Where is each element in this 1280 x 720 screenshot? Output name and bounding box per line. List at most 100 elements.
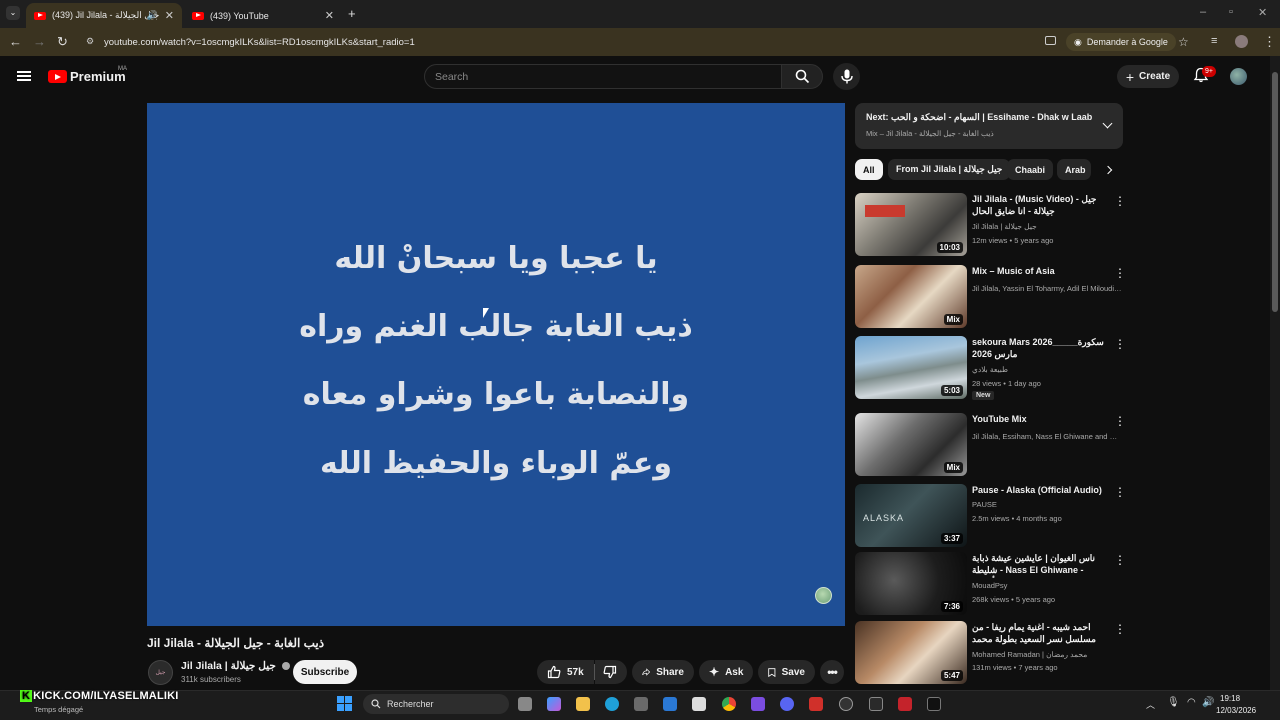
- recommendation-item[interactable]: Mix YouTube Mix Jil Jilala, Essiham, Nas…: [855, 413, 1126, 477]
- search-input[interactable]: Search: [424, 64, 782, 89]
- app-icon[interactable]: [869, 697, 883, 711]
- task-view-icon[interactable]: [518, 697, 532, 711]
- clock-date[interactable]: 12/03/2026: [1216, 706, 1256, 715]
- weather-widget[interactable]: Temps dégagé: [34, 705, 83, 714]
- chip-chaabi[interactable]: Chaabi: [1007, 159, 1054, 180]
- windows-start-icon[interactable]: [337, 696, 352, 711]
- site-info-icon[interactable]: ⚙: [86, 36, 94, 47]
- taskbar-search-box[interactable]: Rechercher: [363, 694, 509, 714]
- address-bar[interactable]: ⚙ youtube.com/watch?v=1oscmgkILKs&list=R…: [78, 31, 1198, 53]
- audio-playing-icon[interactable]: 🔊: [147, 10, 158, 21]
- youtube-favicon-icon: [192, 11, 204, 20]
- stream-overlay-text: K KICK.COM/ILYASELMALIKI: [20, 690, 179, 702]
- share-button[interactable]: Share: [632, 660, 694, 684]
- youtube-favicon-icon: [34, 11, 46, 20]
- more-options-icon[interactable]: ⋮: [1114, 267, 1126, 279]
- outlook-icon[interactable]: [663, 697, 677, 711]
- capture-icon[interactable]: [692, 697, 706, 711]
- chevron-down-icon[interactable]: [1102, 118, 1113, 129]
- chip-from-channel[interactable]: From Jil Jilala | جيل جيلالة: [888, 159, 1011, 180]
- close-window-icon[interactable]: ✕: [1258, 6, 1267, 19]
- obs-icon[interactable]: [839, 697, 853, 711]
- subscribe-button[interactable]: Subscribe: [293, 660, 357, 684]
- save-button[interactable]: Save: [758, 660, 815, 684]
- more-options-icon[interactable]: ⋮: [1114, 338, 1126, 350]
- google-lens-button[interactable]: ◉ Demander à Google: [1066, 33, 1176, 51]
- video-thumbnail[interactable]: 7:36: [855, 552, 967, 615]
- recommendation-item[interactable]: Mix Mix – Music of Asia Jil Jilala, Yass…: [855, 265, 1126, 329]
- recommendation-item[interactable]: ALASKA 3:37 Pause - Alaska (Official Aud…: [855, 484, 1126, 548]
- video-thumbnail[interactable]: Mix: [855, 265, 967, 328]
- up-next-panel[interactable]: Next: السهام - اضحكة و الحب | Essihame -…: [855, 103, 1123, 149]
- video-thumbnail[interactable]: 5:03: [855, 336, 967, 399]
- tab-title: (439) Jil Jilala - جيل الجيلالة: [52, 10, 160, 20]
- video-thumbnail[interactable]: 5:47: [855, 621, 967, 684]
- reload-icon[interactable]: ↻: [57, 34, 68, 50]
- app-icon[interactable]: [927, 697, 941, 711]
- voice-search-button[interactable]: [833, 63, 860, 90]
- chip-all[interactable]: All: [855, 159, 883, 180]
- bookmark-star-icon[interactable]: ☆: [1178, 35, 1189, 49]
- video-thumbnail[interactable]: ALASKA 3:37: [855, 484, 967, 547]
- streaming-app-icon[interactable]: [898, 697, 912, 711]
- more-options-icon[interactable]: ⋮: [1114, 415, 1126, 427]
- scrollbar-thumb[interactable]: [1272, 72, 1278, 312]
- back-icon[interactable]: ←: [9, 34, 22, 49]
- youtube-premium-logo[interactable]: Premium: [48, 69, 126, 84]
- create-button[interactable]: + Create: [1117, 65, 1179, 88]
- close-tab-icon[interactable]: ✕: [165, 9, 174, 22]
- chips-scroll-right-icon[interactable]: [1100, 160, 1116, 179]
- browser-menu-icon[interactable]: ⋮: [1263, 34, 1276, 50]
- channel-watermark-icon[interactable]: [815, 587, 832, 604]
- recommendation-item[interactable]: 5:47 احمد شيبه - اغنية يمام ريفا - من مس…: [855, 621, 1126, 685]
- tab-list-dropdown[interactable]: ⌄: [6, 6, 20, 20]
- channel-name[interactable]: Jil Jilala | جيل جيلالة: [181, 660, 290, 672]
- video-thumbnail[interactable]: Mix: [855, 413, 967, 476]
- recommendation-meta: 131m views • 7 years ago: [972, 663, 1058, 672]
- channel-avatar[interactable]: جيل: [148, 660, 173, 685]
- tray-chevron-up-icon[interactable]: ︿: [1146, 698, 1155, 711]
- forward-icon[interactable]: →: [33, 34, 46, 49]
- search-button[interactable]: [781, 64, 823, 89]
- maximize-icon[interactable]: ▫: [1229, 6, 1233, 18]
- copilot-icon[interactable]: [547, 697, 561, 711]
- recommendation-item[interactable]: 7:36 ناس الغيوان | عايشين عيشة ذبابة ﺷﻠﻴ…: [855, 552, 1126, 616]
- chip-arab[interactable]: Arab: [1057, 159, 1091, 180]
- cast-icon[interactable]: [1045, 36, 1056, 45]
- more-options-icon[interactable]: ⋮: [1114, 554, 1126, 566]
- clock-time[interactable]: 19:18: [1220, 694, 1240, 703]
- wifi-icon[interactable]: ◠: [1187, 697, 1196, 708]
- more-options-icon[interactable]: ⋮: [1114, 486, 1126, 498]
- tab-youtube[interactable]: (439) YouTube ✕: [184, 3, 342, 28]
- acrobat-icon[interactable]: [809, 697, 823, 711]
- discord-icon[interactable]: [780, 697, 794, 711]
- recommendation-item[interactable]: 10:03 Jil Jilala - (Music Video) - جيل ج…: [855, 193, 1126, 257]
- ask-button[interactable]: ✦ Ask: [699, 660, 753, 684]
- recommendation-title: sekoura Mars 2026_____سكورة مارس 2026: [972, 337, 1104, 359]
- more-options-icon[interactable]: ⋮: [1114, 195, 1126, 207]
- microsoft-store-icon[interactable]: [634, 697, 648, 711]
- more-actions-button[interactable]: •••: [820, 660, 844, 684]
- like-button[interactable]: 57k: [537, 660, 594, 684]
- video-player[interactable]: يا عجبا ويا سبحانْ الله ذيب الغابة جالب …: [147, 103, 845, 626]
- microphone-tray-icon[interactable]: 🎙: [1167, 697, 1180, 708]
- tab-jil-jilala[interactable]: (439) Jil Jilala - جيل الجيلالة 🔊 ✕: [26, 3, 182, 28]
- volume-icon[interactable]: 🔊: [1202, 697, 1214, 708]
- recommendation-item[interactable]: 5:03 sekoura Mars 2026_____سكورة مارس 20…: [855, 336, 1126, 400]
- close-tab-icon[interactable]: ✕: [325, 9, 334, 22]
- minimize-icon[interactable]: –: [1200, 6, 1206, 18]
- file-explorer-icon[interactable]: [576, 697, 590, 711]
- hamburger-menu-icon[interactable]: [17, 71, 31, 81]
- game-app-icon[interactable]: [751, 697, 765, 711]
- video-thumbnail[interactable]: 10:03: [855, 193, 967, 256]
- dislike-button[interactable]: [595, 660, 627, 684]
- more-options-icon[interactable]: ⋮: [1114, 623, 1126, 635]
- profile-avatar[interactable]: [1235, 35, 1248, 48]
- account-avatar[interactable]: [1230, 68, 1247, 85]
- reading-list-icon[interactable]: ≡: [1211, 35, 1217, 47]
- chrome-icon[interactable]: [722, 697, 736, 711]
- new-tab-icon[interactable]: +: [348, 6, 356, 21]
- duration-badge: 5:03: [940, 385, 963, 396]
- edge-icon[interactable]: [605, 697, 619, 711]
- plus-icon: +: [1125, 68, 1135, 85]
